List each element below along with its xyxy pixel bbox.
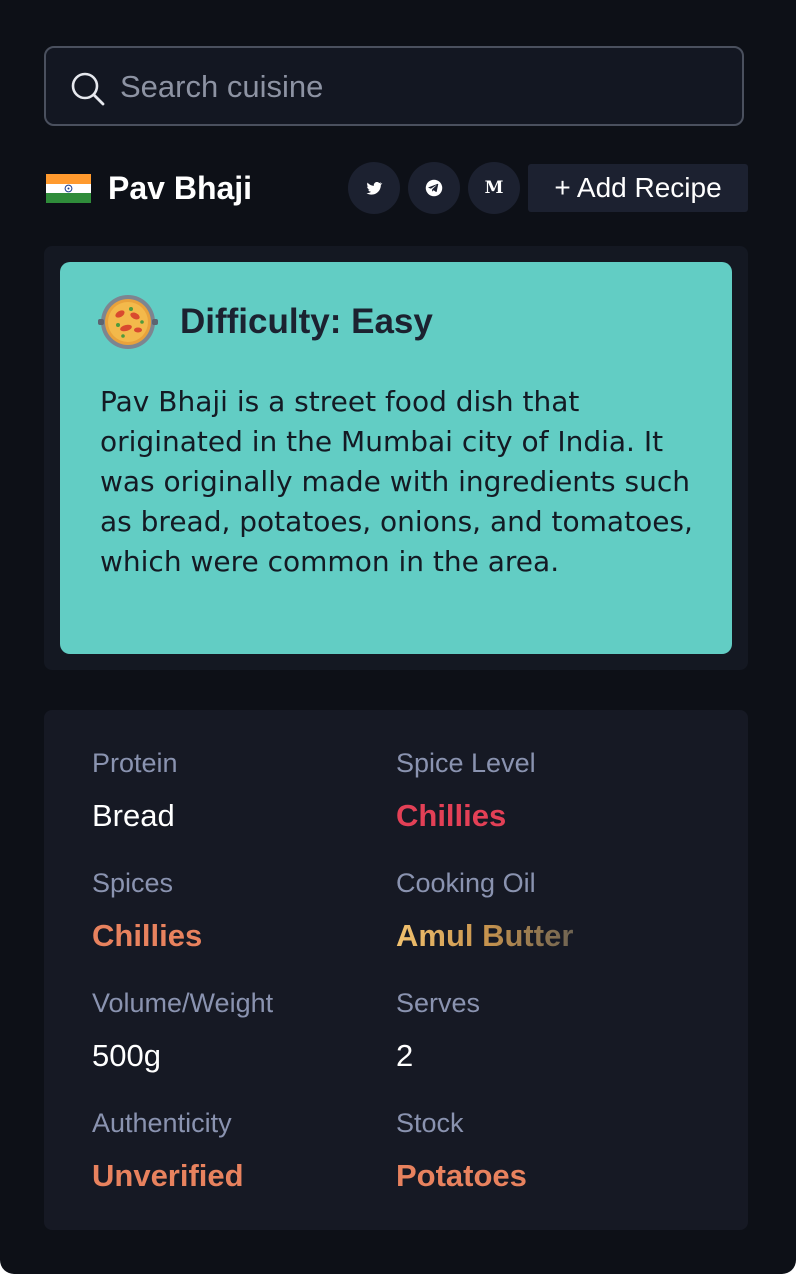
detail-cooking-oil: Cooking Oil Amul Butter <box>396 866 696 954</box>
detail-value: Potatoes <box>396 1158 527 1193</box>
detail-value: Chillies <box>396 798 507 833</box>
medium-icon: M <box>484 178 504 198</box>
twitter-icon <box>366 182 383 195</box>
detail-serves: Serves 2 <box>396 986 696 1074</box>
detail-label: Serves <box>396 988 481 1018</box>
detail-protein: Protein Bread <box>92 746 392 834</box>
search-input[interactable] <box>118 48 722 126</box>
recipe-header: Pav Bhaji M + Add Recipe <box>44 160 748 216</box>
detail-label: Authenticity <box>92 1108 232 1138</box>
recipe-description: Pav Bhaji is a street food dish that ori… <box>100 385 693 578</box>
detail-label: Protein <box>92 748 178 778</box>
paella-pan-icon <box>98 295 158 349</box>
cooking-oil-value: Amul Butter <box>396 918 574 953</box>
detail-label: Cooking Oil <box>396 868 536 898</box>
telegram-share-button[interactable] <box>408 162 460 214</box>
twitter-share-button[interactable] <box>348 162 400 214</box>
detail-label: Spices <box>92 868 174 898</box>
detail-value: Unverified <box>92 1158 244 1193</box>
telegram-icon <box>425 179 443 197</box>
search-box[interactable] <box>44 46 744 126</box>
recipe-details: Protein Bread Spice Level Chillies Spice… <box>44 710 748 1230</box>
medium-share-button[interactable]: M <box>468 162 520 214</box>
summary-card-container: Difficulty: Easy Pav Bhaji is a street f… <box>44 246 748 670</box>
summary-card: Difficulty: Easy Pav Bhaji is a street f… <box>60 262 732 654</box>
detail-value: Bread <box>92 798 175 833</box>
add-recipe-button[interactable]: + Add Recipe <box>528 164 748 212</box>
page-title: Pav Bhaji <box>108 170 253 206</box>
search-icon <box>71 72 105 106</box>
india-flag-icon <box>46 174 91 203</box>
detail-spices: Spices Chillies <box>92 866 392 954</box>
detail-label: Volume/Weight <box>92 988 274 1018</box>
detail-value: 2 <box>396 1038 414 1073</box>
detail-value: Amul Butter <box>396 918 696 954</box>
detail-value: Chillies <box>92 918 203 953</box>
detail-label: Stock <box>396 1108 464 1138</box>
difficulty-heading: Difficulty: Easy <box>180 302 433 341</box>
detail-value: 500g <box>92 1038 161 1073</box>
detail-label: Spice Level <box>396 748 536 778</box>
recipe-panel: Pav Bhaji M + Add Recipe <box>0 0 796 1274</box>
detail-spice-level: Spice Level Chillies <box>396 746 696 834</box>
detail-volume-weight: Volume/Weight 500g <box>92 986 392 1074</box>
detail-authenticity: Authenticity Unverified <box>92 1106 392 1194</box>
detail-stock: Stock Potatoes <box>396 1106 696 1194</box>
